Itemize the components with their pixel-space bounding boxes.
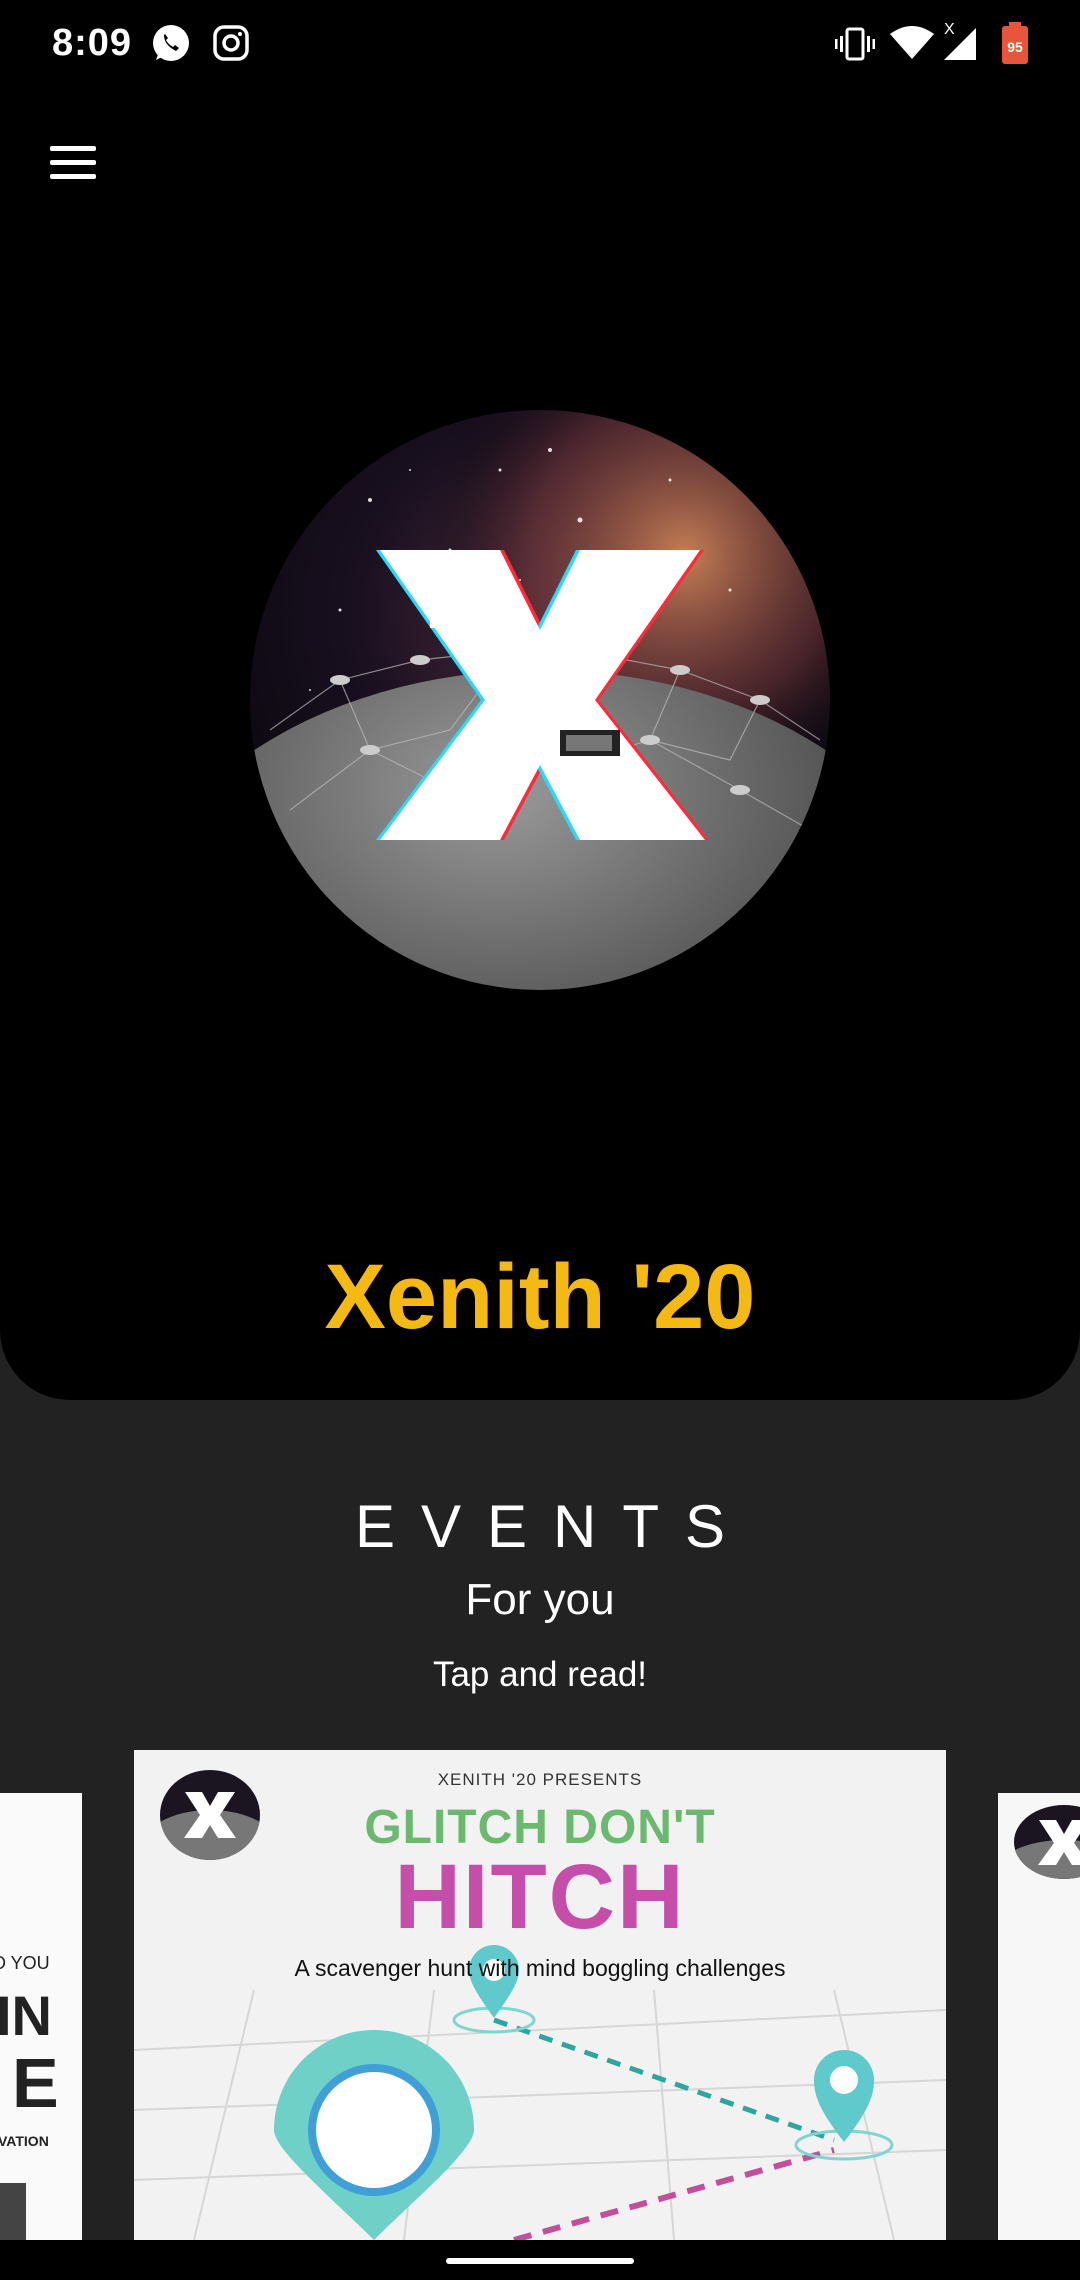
menu-line — [50, 174, 96, 179]
location-pin-right-icon — [794, 2050, 894, 2161]
next-card-xenith-logo — [1014, 1805, 1080, 1879]
left-card-line2: IN — [0, 1984, 52, 2047]
event-card-previous[interactable]: O YOU IN E VATION — [0, 1793, 82, 2240]
menu-line — [50, 160, 96, 165]
svg-text:X: X — [944, 21, 955, 38]
events-heading: EVENTS — [354, 1493, 752, 1560]
signal-icon: X — [944, 21, 976, 60]
instagram-icon — [213, 25, 249, 61]
hero-section: Xenith '20 — [0, 0, 1080, 1400]
event-card-next[interactable] — [998, 1793, 1080, 2240]
event-card-glitch-dont-hitch[interactable]: XENITH '20 PRESENTS GLITCH DON'T HITCH A… — [134, 1750, 946, 2240]
xenith-logo — [250, 410, 830, 990]
battery-level: 95 — [1007, 39, 1023, 55]
card-tagline: A scavenger hunt with mind boggling chal… — [294, 1955, 786, 1981]
menu-button[interactable] — [40, 136, 106, 188]
battery-icon: 95 — [1002, 22, 1028, 64]
whatsapp-icon — [153, 25, 189, 61]
card-presents: XENITH '20 PRESENTS — [437, 1770, 643, 1789]
wifi-icon — [890, 26, 934, 59]
hamburger-menu-icon — [50, 146, 96, 151]
events-hint: Tap and read! — [432, 1655, 648, 1694]
left-card-line1: O YOU — [0, 1953, 50, 1973]
app-title: Xenith '20 — [324, 1246, 756, 1348]
location-pin-large-icon — [274, 2029, 474, 2240]
card-title-line2: HITCH — [394, 1846, 686, 1948]
status-bar: 8:09 X 95 — [0, 0, 1080, 90]
left-card-line4: VATION — [0, 2133, 49, 2149]
vibrate-icon — [835, 27, 875, 61]
left-card-graphic — [0, 2183, 26, 2240]
left-card-line3: E — [12, 2044, 59, 2122]
status-time: 8:09 — [52, 22, 133, 64]
events-subheading: For you — [465, 1575, 615, 1624]
home-gesture-handle[interactable] — [446, 2258, 634, 2264]
